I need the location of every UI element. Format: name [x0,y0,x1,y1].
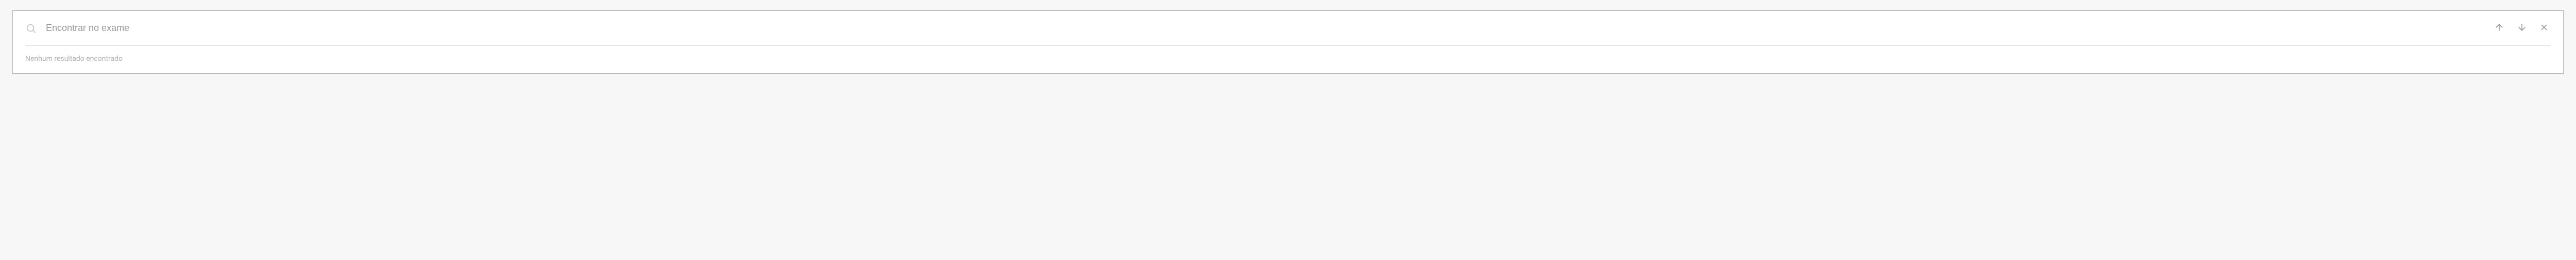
search-icon [25,23,37,34]
search-input[interactable] [46,23,2483,34]
previous-result-button[interactable] [2492,20,2506,36]
close-search-button[interactable] [2537,21,2551,36]
next-result-button[interactable] [2515,20,2529,36]
no-results-text: Nenhum resultado encontrado [25,55,123,63]
search-nav-buttons [2492,20,2551,36]
close-icon [2539,23,2549,34]
arrow-up-icon [2494,22,2504,34]
status-row: Nenhum resultado encontrado [13,46,2563,73]
arrow-down-icon [2517,22,2527,34]
search-row [13,11,2563,45]
find-in-exam-panel: Nenhum resultado encontrado [12,10,2564,74]
